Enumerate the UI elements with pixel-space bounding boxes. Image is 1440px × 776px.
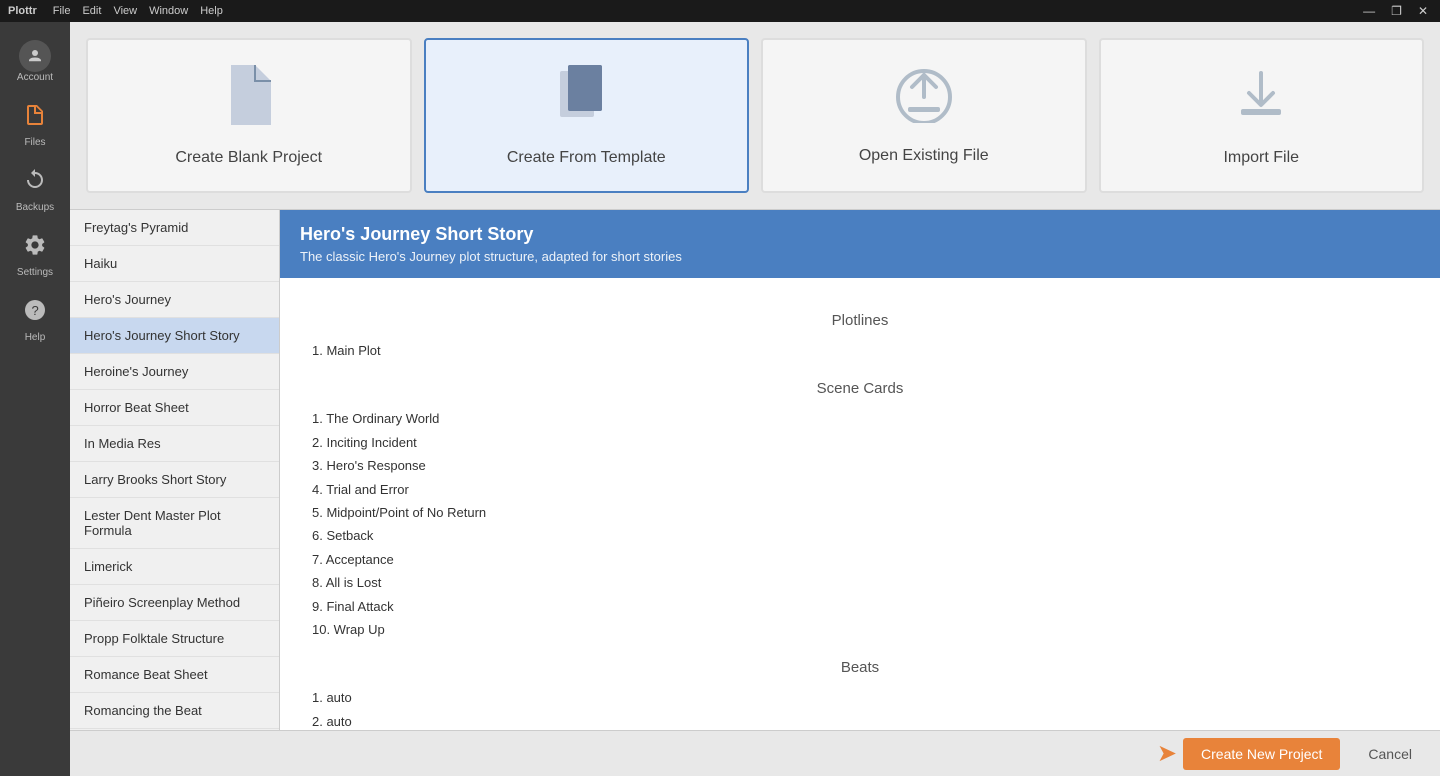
scene-card-5: 5. Midpoint/Point of No Return — [304, 501, 1416, 524]
blank-project-icon — [223, 65, 275, 137]
blank-project-label: Create Blank Project — [175, 149, 322, 167]
menu-edit[interactable]: Edit — [82, 5, 101, 17]
maximize-button[interactable]: ❐ — [1387, 4, 1406, 18]
template-item-lester-dent[interactable]: Lester Dent Master Plot Formula — [70, 498, 279, 549]
template-item-larry-brooks[interactable]: Larry Brooks Short Story — [70, 462, 279, 498]
import-file-icon — [1231, 65, 1291, 137]
backups-icon — [23, 168, 47, 198]
template-title: Hero's Journey Short Story — [300, 224, 1420, 245]
sidebar-backups-label: Backups — [16, 202, 54, 213]
template-subtitle: The classic Hero's Journey plot structur… — [300, 249, 1420, 264]
template-detail: Hero's Journey Short Story The classic H… — [280, 210, 1440, 730]
scene-card-7: 7. Acceptance — [304, 548, 1416, 571]
import-file-label: Import File — [1223, 149, 1299, 167]
template-item-romancing-beat[interactable]: Romancing the Beat — [70, 693, 279, 729]
account-avatar — [19, 40, 51, 72]
option-blank-project[interactable]: Create Blank Project — [86, 38, 412, 193]
template-item-in-media-res[interactable]: In Media Res — [70, 426, 279, 462]
window-controls: — ❐ ✕ — [1359, 4, 1432, 18]
option-open-file[interactable]: Open Existing File — [761, 38, 1087, 193]
option-from-template[interactable]: Create From Template — [424, 38, 750, 193]
option-import-file[interactable]: Import File — [1099, 38, 1425, 193]
main-content: Create Blank Project Create From Templat… — [70, 22, 1440, 776]
open-file-label: Open Existing File — [859, 147, 989, 165]
scene-card-10: 10. Wrap Up — [304, 618, 1416, 641]
sidebar-help-label: Help — [25, 332, 46, 343]
template-item-freytags[interactable]: Freytag's Pyramid — [70, 210, 279, 246]
beat-2: 2. auto — [304, 710, 1416, 730]
lower-area: Freytag's Pyramid Haiku Hero's Journey ➤… — [70, 209, 1440, 730]
template-item-heros-journey-short[interactable]: ➤ Hero's Journey Short Story — [70, 318, 279, 354]
menu-help[interactable]: Help — [200, 5, 223, 17]
sidebar-item-help[interactable]: ? Help — [0, 288, 70, 353]
scene-card-3: 3. Hero's Response — [304, 454, 1416, 477]
svg-text:?: ? — [32, 303, 39, 318]
minimize-button[interactable]: — — [1359, 4, 1379, 18]
scene-card-1: 1. The Ordinary World — [304, 407, 1416, 430]
top-options: Create Blank Project Create From Templat… — [70, 22, 1440, 209]
from-template-label: Create From Template — [507, 149, 666, 167]
menu-window[interactable]: Window — [149, 5, 188, 17]
sidebar-item-settings[interactable]: Settings — [0, 223, 70, 288]
titlebar: Plottr File Edit View Window Help — ❐ ✕ — [0, 0, 1440, 22]
scene-card-9: 9. Final Attack — [304, 595, 1416, 618]
template-item-romance-beat[interactable]: Romance Beat Sheet — [70, 657, 279, 693]
sidebar: Account Files Backups Settings ? Help — [0, 22, 70, 776]
scene-cards-heading: Scene Cards — [304, 380, 1416, 397]
from-template-icon — [558, 65, 614, 137]
app-name: Plottr — [8, 5, 37, 17]
template-item-pineiro[interactable]: Piñeiro Screenplay Method — [70, 585, 279, 621]
template-item-heros-journey[interactable]: Hero's Journey — [70, 282, 279, 318]
beat-1: 1. auto — [304, 686, 1416, 709]
scene-card-8: 8. All is Lost — [304, 571, 1416, 594]
sidebar-item-account[interactable]: Account — [0, 30, 70, 93]
menu-bar: File Edit View Window Help — [53, 5, 223, 17]
template-header: Hero's Journey Short Story The classic H… — [280, 210, 1440, 278]
sidebar-item-backups[interactable]: Backups — [0, 158, 70, 223]
sidebar-settings-label: Settings — [17, 267, 53, 278]
main-plot-heading: 1. Main Plot — [304, 339, 1416, 362]
template-item-heroines-journey[interactable]: Heroine's Journey — [70, 354, 279, 390]
scene-card-2: 2. Inciting Incident — [304, 431, 1416, 454]
template-item-limerick[interactable]: Limerick — [70, 549, 279, 585]
scene-card-4: 4. Trial and Error — [304, 478, 1416, 501]
titlebar-left: Plottr File Edit View Window Help — [8, 5, 223, 17]
template-item-haiku[interactable]: Haiku — [70, 246, 279, 282]
bottom-bar: ➤ Create New Project Cancel — [70, 730, 1440, 776]
scene-card-6: 6. Setback — [304, 524, 1416, 547]
open-file-icon — [894, 67, 954, 135]
close-button[interactable]: ✕ — [1414, 4, 1432, 18]
cancel-button[interactable]: Cancel — [1356, 738, 1424, 770]
plotlines-heading: Plotlines — [304, 312, 1416, 329]
template-body: Plotlines 1. Main Plot Scene Cards 1. Th… — [280, 278, 1440, 730]
template-item-horror-beat-sheet[interactable]: Horror Beat Sheet — [70, 390, 279, 426]
arrow-row: ➤ Create New Project — [1157, 738, 1347, 770]
sidebar-files-label: Files — [24, 137, 45, 148]
create-arrow-icon: ➤ — [1157, 739, 1177, 768]
files-icon — [23, 103, 47, 133]
create-new-project-button[interactable]: Create New Project — [1183, 738, 1340, 770]
menu-file[interactable]: File — [53, 5, 71, 17]
sidebar-item-files[interactable]: Files — [0, 93, 70, 158]
beats-heading: Beats — [304, 659, 1416, 676]
template-item-propp[interactable]: Propp Folktale Structure — [70, 621, 279, 657]
template-list: Freytag's Pyramid Haiku Hero's Journey ➤… — [70, 210, 280, 730]
menu-view[interactable]: View — [113, 5, 137, 17]
settings-icon — [23, 233, 47, 263]
sidebar-account-label: Account — [17, 72, 53, 83]
help-icon: ? — [23, 298, 47, 328]
